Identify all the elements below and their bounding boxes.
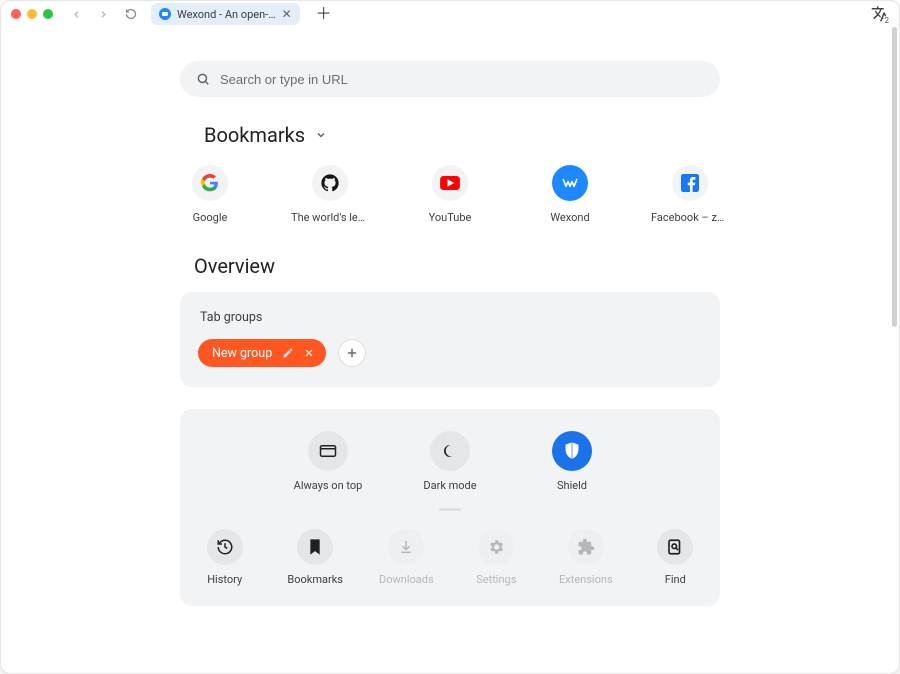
bookmark-youtube[interactable]: YouTube — [413, 165, 487, 224]
bookmark-facebook[interactable]: Facebook – zal… — [653, 165, 727, 224]
quick-label: Dark mode — [423, 479, 476, 492]
quick-actions-card: Always on top Dark mode Shield — [180, 409, 720, 606]
bookmark-label: Google — [171, 211, 249, 224]
tab-title: Wexond - An open-… — [177, 8, 276, 21]
facebook-icon — [672, 165, 708, 201]
tool-history[interactable]: History — [198, 529, 251, 586]
tool-label: History — [207, 573, 242, 586]
tool-extensions[interactable]: Extensions — [559, 529, 613, 586]
tab-group-label: New group — [212, 346, 272, 361]
history-icon — [207, 529, 243, 565]
quick-label: Always on top — [294, 479, 363, 492]
scrollbar[interactable] — [892, 27, 897, 327]
shield-icon — [552, 431, 592, 471]
quick-label: Shield — [557, 479, 587, 492]
youtube-icon — [432, 165, 468, 201]
bookmark-google[interactable]: Google — [173, 165, 247, 224]
section-divider — [439, 508, 461, 511]
bookmarks-heading: Bookmarks — [204, 123, 305, 147]
tool-label: Bookmarks — [287, 573, 343, 586]
tool-find[interactable]: Find — [649, 529, 702, 586]
tool-label: Downloads — [379, 573, 434, 586]
gear-icon — [478, 529, 514, 565]
edit-icon[interactable] — [282, 347, 294, 359]
translate-badge: 2 — [883, 16, 892, 25]
translate-icon[interactable]: 2 — [871, 5, 889, 23]
add-group-button[interactable] — [338, 339, 366, 367]
browser-tab[interactable]: Wexond - An open-… ✕ — [151, 3, 300, 25]
tool-label: Find — [665, 573, 686, 586]
tool-label: Extensions — [559, 573, 613, 586]
forward-icon[interactable] — [98, 9, 109, 20]
github-icon — [312, 165, 348, 201]
bookmark-label: YouTube — [411, 211, 489, 224]
reload-icon[interactable] — [125, 8, 137, 20]
tool-bookmarks[interactable]: Bookmarks — [287, 529, 343, 586]
new-tab-button[interactable]: ＋ — [316, 6, 332, 22]
tool-downloads[interactable]: Downloads — [379, 529, 434, 586]
search-icon — [196, 72, 210, 86]
quick-dark-mode[interactable]: Dark mode — [411, 431, 489, 492]
bookmark-label: The world's lead… — [291, 211, 369, 224]
puzzle-icon — [568, 529, 604, 565]
back-icon[interactable] — [71, 9, 82, 20]
tab-groups-card: Tab groups New group — [180, 292, 720, 387]
minimize-window-icon[interactable] — [27, 9, 37, 19]
find-icon — [657, 529, 693, 565]
bookmark-label: Wexond — [531, 211, 609, 224]
tab-favicon-icon — [159, 8, 171, 20]
close-tab-icon[interactable]: ✕ — [282, 8, 292, 20]
chevron-down-icon[interactable] — [315, 129, 327, 141]
quick-shield[interactable]: Shield — [533, 431, 611, 492]
overview-heading: Overview — [194, 254, 720, 278]
close-window-icon[interactable] — [11, 9, 21, 19]
bookmark-github[interactable]: The world's lead… — [293, 165, 367, 224]
close-group-icon[interactable] — [304, 348, 314, 358]
download-icon — [388, 529, 424, 565]
bookmark-label: Facebook – zal… — [651, 211, 729, 224]
bookmark-wexond[interactable]: Wexond — [533, 165, 607, 224]
bookmark-icon — [297, 529, 333, 565]
tool-label: Settings — [476, 573, 516, 586]
search-input[interactable] — [220, 72, 704, 87]
tab-groups-title: Tab groups — [200, 310, 702, 325]
wexond-icon — [552, 165, 588, 201]
tab-group-pill[interactable]: New group — [198, 339, 326, 367]
maximize-window-icon[interactable] — [43, 9, 53, 19]
tool-settings[interactable]: Settings — [470, 529, 523, 586]
quick-always-on-top[interactable]: Always on top — [289, 431, 367, 492]
window-icon — [308, 431, 348, 471]
google-icon — [192, 165, 228, 201]
window-controls[interactable] — [11, 9, 53, 19]
moon-icon — [430, 431, 470, 471]
search-bar[interactable] — [180, 61, 720, 97]
